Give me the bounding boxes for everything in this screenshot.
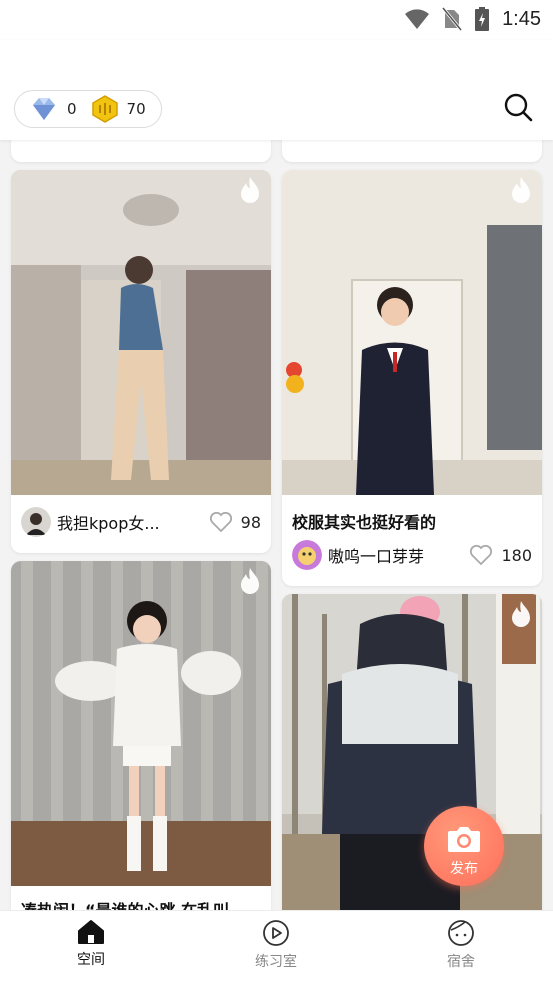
search-icon[interactable] xyxy=(503,92,533,122)
status-time: 1:45 xyxy=(502,7,541,30)
card-thumbnail xyxy=(282,170,542,495)
nav-label: 空间 xyxy=(77,952,105,968)
currency-pill[interactable]: 0 70 xyxy=(14,90,162,128)
hot-fire-icon xyxy=(512,601,530,627)
like-button[interactable]: 180 xyxy=(469,544,532,566)
card-title[interactable]: 校服其实也挺好看的 xyxy=(292,509,532,533)
avatar[interactable] xyxy=(21,507,51,537)
wifi-icon xyxy=(405,9,430,29)
no-sim-icon xyxy=(442,7,463,31)
card-title[interactable]: 凑热闹！“是谁的心跳 在乱叫 xyxy=(21,897,261,910)
heart-icon xyxy=(470,544,493,566)
feed-card-partial-right[interactable] xyxy=(282,140,542,162)
nav-label: 宿舍 xyxy=(447,954,475,970)
card-author[interactable]: 我担kpop女... xyxy=(57,510,209,534)
feed-card-partial-left[interactable] xyxy=(11,140,271,162)
card-author[interactable]: 嗷呜一口芽芽 xyxy=(328,543,469,567)
home-icon xyxy=(78,920,104,944)
avatar[interactable] xyxy=(292,540,322,570)
status-bar: 1:45 xyxy=(0,0,553,40)
nav-dorm[interactable]: 宿舍 xyxy=(411,919,511,971)
feed: 我担kpop女... 98 校服其实也挺好看的 嗷呜一口芽芽 180 xyxy=(0,140,553,910)
heart-icon xyxy=(209,511,232,533)
feed-card[interactable]: 校服其实也挺好看的 嗷呜一口芽芽 180 xyxy=(282,170,542,586)
card-meta: 嗷呜一口芽芽 180 xyxy=(292,540,532,570)
like-count: 98 xyxy=(240,512,261,532)
feed-card[interactable]: 凑热闹！“是谁的心跳 在乱叫 xyxy=(11,561,271,910)
card-thumbnail xyxy=(11,561,271,886)
status-icons: 1:45 xyxy=(404,6,541,32)
battery-charging-icon xyxy=(475,7,490,31)
hot-fire-icon xyxy=(241,177,259,203)
camera-icon xyxy=(448,827,480,852)
face-icon xyxy=(448,920,474,946)
coin-count: 70 xyxy=(126,100,146,118)
nav-practice-room[interactable]: 练习室 xyxy=(226,919,326,971)
play-circle-icon xyxy=(263,920,289,946)
hot-fire-icon xyxy=(512,177,530,203)
like-count: 180 xyxy=(501,545,532,565)
feed-card[interactable]: 我担kpop女... 98 xyxy=(11,170,271,553)
nav-label: 练习室 xyxy=(255,954,297,970)
like-button[interactable]: 98 xyxy=(209,511,261,533)
hot-fire-icon xyxy=(241,568,259,594)
nav-space[interactable]: 空间 xyxy=(41,919,141,969)
card-meta: 我担kpop女... 98 xyxy=(21,507,261,537)
top-bar: 0 70 xyxy=(0,40,553,140)
diamond-count: 0 xyxy=(67,100,77,118)
publish-label: 发布 xyxy=(450,861,478,877)
diamond-icon xyxy=(33,98,55,120)
card-thumbnail xyxy=(11,170,271,495)
coin-icon xyxy=(91,95,118,123)
publish-button[interactable]: 发布 xyxy=(424,806,504,886)
bottom-nav: 空间 练习室 宿舍 xyxy=(0,910,553,983)
